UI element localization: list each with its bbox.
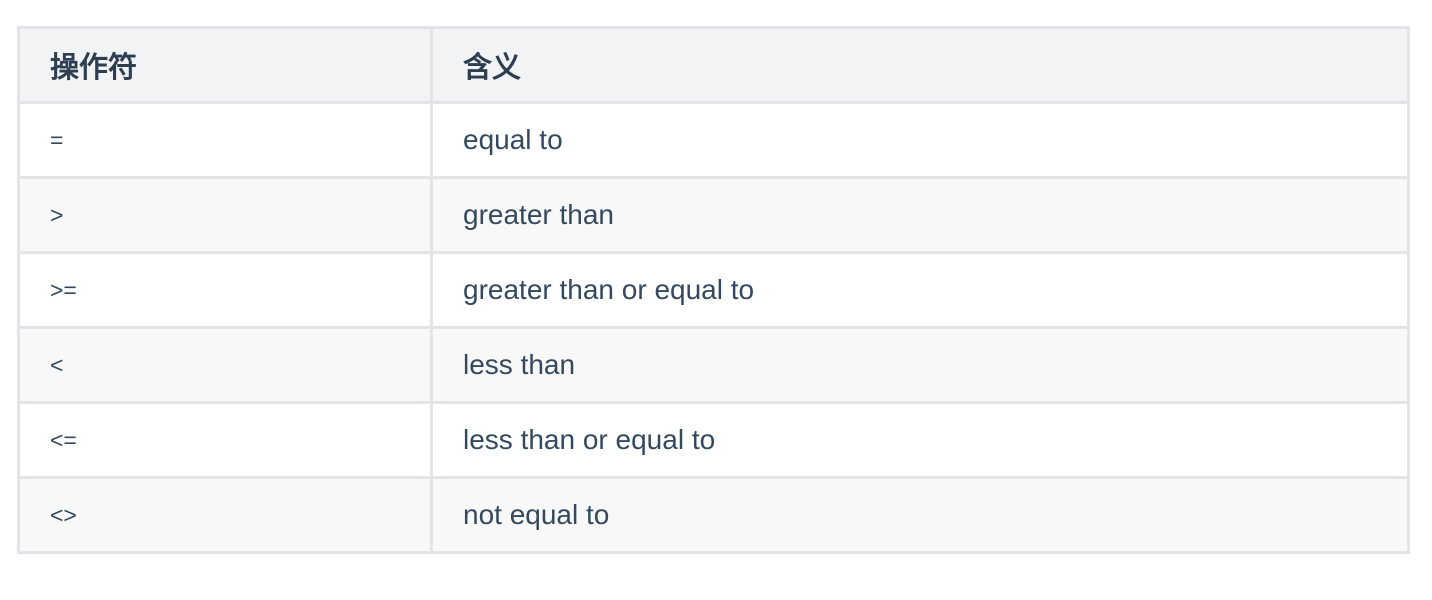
table-row: <> not equal to: [17, 476, 1410, 554]
operator-table: 操作符 含义 = equal to > greater than >= grea…: [17, 26, 1410, 554]
operator-cell: <: [17, 326, 433, 404]
header-operator: 操作符: [17, 26, 433, 104]
header-meaning: 含义: [430, 26, 1410, 104]
operator-cell: <=: [17, 401, 433, 479]
table-row: < less than: [17, 326, 1410, 404]
operator-cell: >: [17, 176, 433, 254]
table-header-row: 操作符 含义: [17, 26, 1410, 104]
operator-cell: <>: [17, 476, 433, 554]
meaning-cell: greater than or equal to: [430, 251, 1410, 329]
table-row: = equal to: [17, 101, 1410, 179]
operator-cell: =: [17, 101, 433, 179]
meaning-cell: less than: [430, 326, 1410, 404]
meaning-cell: less than or equal to: [430, 401, 1410, 479]
table-row: > greater than: [17, 176, 1410, 254]
table-row: <= less than or equal to: [17, 401, 1410, 479]
meaning-cell: equal to: [430, 101, 1410, 179]
meaning-cell: greater than: [430, 176, 1410, 254]
operator-cell: >=: [17, 251, 433, 329]
table-row: >= greater than or equal to: [17, 251, 1410, 329]
meaning-cell: not equal to: [430, 476, 1410, 554]
operator-table-container: 操作符 含义 = equal to > greater than >= grea…: [17, 26, 1410, 554]
